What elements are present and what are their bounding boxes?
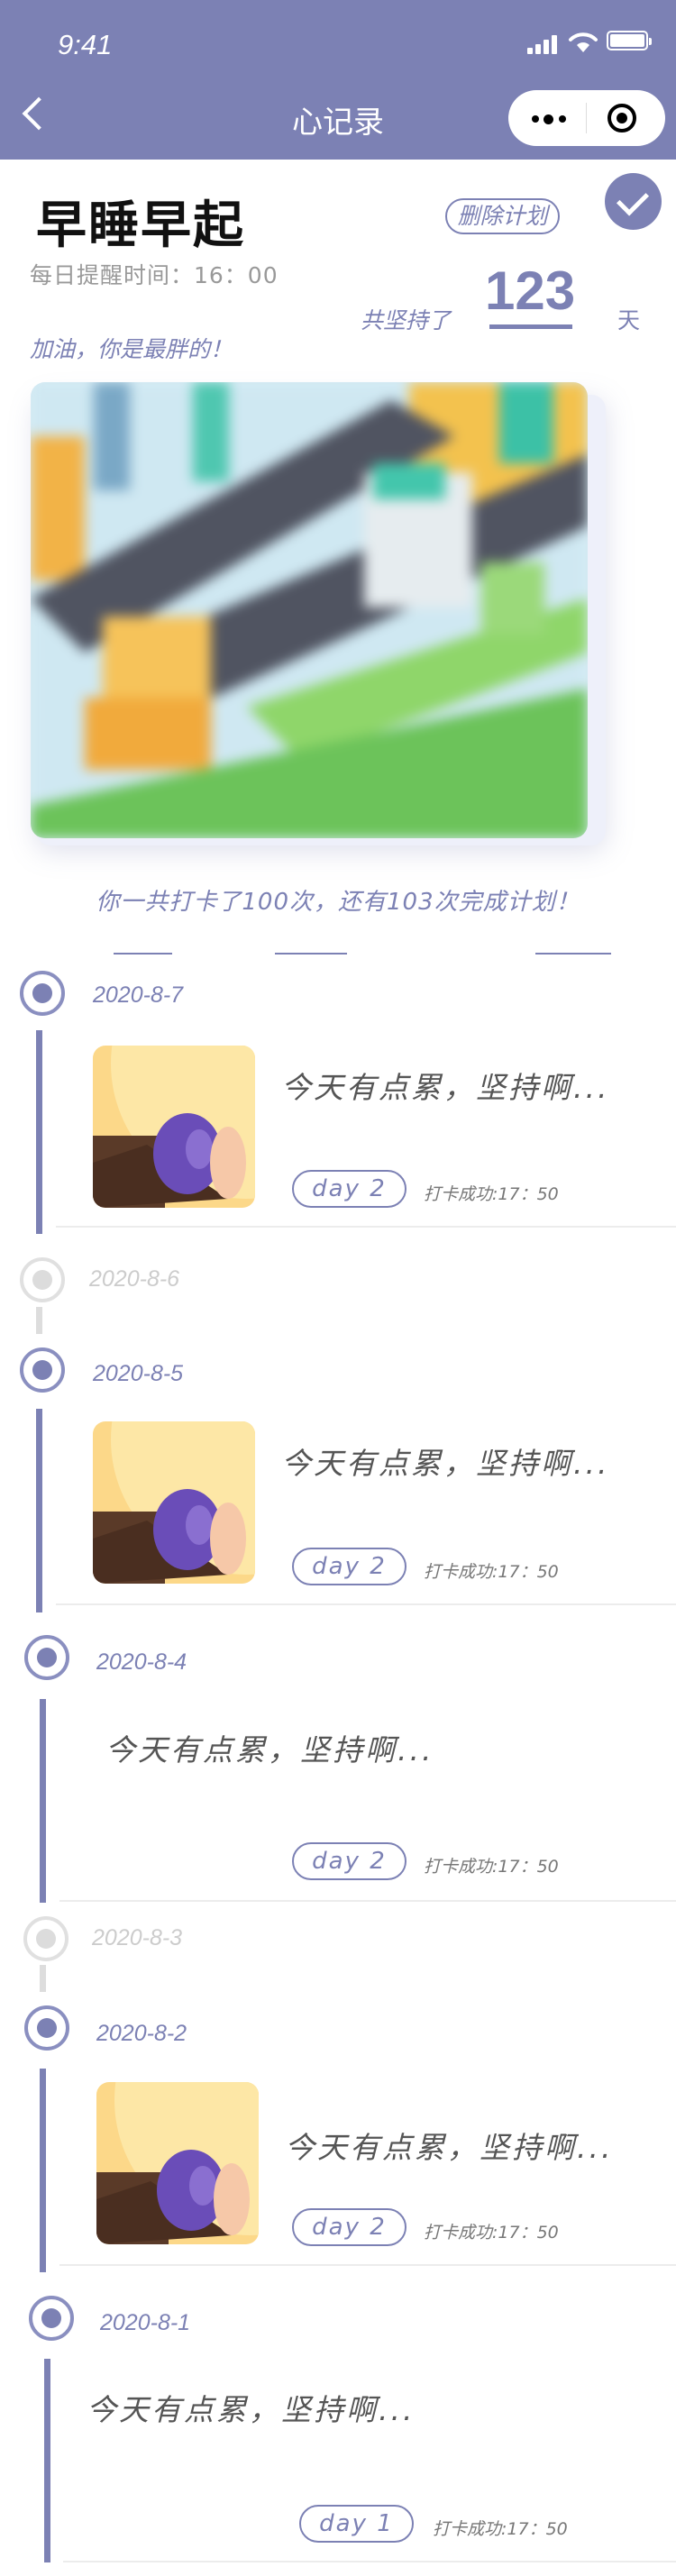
checkin-time: 打卡成功:17：50 [433,2519,568,2539]
entry-date: 2020-8-4 [96,1649,187,1675]
summary-text: 你一共打卡了100次，还有103次完成计划！ [96,889,580,916]
delete-plan-button[interactable]: 删除计划 [445,198,560,234]
entry-divider [59,1900,676,1902]
summary-line [275,953,347,955]
persist-underline [489,324,572,329]
more-icon[interactable] [532,114,566,124]
timeline-dot [20,1257,65,1302]
timeline-dot [29,2296,74,2341]
persist-count: 123 [485,260,576,321]
summary-line [535,953,611,955]
day-badge: day 2 [292,1548,407,1585]
persist-unit: 天 [617,307,641,333]
checkin-time: 打卡成功:17：50 [424,1184,559,1204]
entry-date: 2020-8-5 [93,1361,184,1386]
day-badge: day 2 [292,1842,407,1880]
timeline-dot [20,971,65,1016]
checkin-time: 打卡成功:17：50 [424,1857,559,1877]
entry-photo[interactable] [93,1421,255,1584]
entry-divider [56,1603,676,1605]
timeline-dot [23,1916,69,1961]
timeline-dot [20,1347,65,1393]
entry-photo[interactable] [93,1046,255,1208]
timeline-line [36,1409,42,1612]
day-badge: day 2 [292,1170,407,1208]
entry-date: 2020-8-1 [100,2310,191,2335]
entry-text: 今天有点累，坚持啊... [87,2392,416,2427]
summary-line [114,953,172,955]
battery-icon [607,31,652,50]
timeline-line [36,1307,42,1334]
wifi-icon [569,32,598,52]
close-target-icon[interactable] [607,104,636,132]
nav-bar: 9:41 心记录 [0,0,676,160]
timeline-dot [24,1635,69,1680]
checkin-time: 打卡成功:17：50 [424,2223,559,2243]
entry-divider [59,2264,676,2266]
entry-date: 2020-8-3 [92,1925,183,1950]
entry-text: 今天有点累，坚持啊... [281,1070,610,1105]
timeline-line [36,1030,42,1234]
timeline-line [40,1699,46,1903]
signal-icon [527,34,558,54]
timeline-line [44,2359,50,2562]
plan-title: 早睡早起 [36,196,245,255]
banner-image [31,382,588,838]
day-badge: day 1 [299,2505,414,2543]
encouragement-text: 加油，你是最胖的！ [30,336,233,362]
entry-divider [56,1226,676,1228]
capsule-divider [586,103,587,133]
entry-text: 今天有点累，坚持啊... [105,1732,434,1768]
entry-photo[interactable] [96,2082,259,2244]
entry-date: 2020-8-6 [89,1266,180,1292]
check-in-button[interactable] [605,173,662,230]
timeline-dot [24,2005,69,2051]
entry-divider [63,2561,676,2562]
reminder-time: 每日提醒时间：16：00 [30,262,279,288]
timeline-line [40,1965,46,1992]
entry-date: 2020-8-7 [93,982,184,1008]
checkin-time: 打卡成功:17：50 [424,1562,559,1582]
status-time: 9:41 [58,29,113,60]
day-badge: day 2 [292,2208,407,2246]
entry-text: 今天有点累，坚持啊... [285,2130,614,2165]
persist-label: 共坚持了 [361,307,452,333]
entry-text: 今天有点累，坚持啊... [281,1446,610,1481]
timeline-line [40,2069,46,2272]
mini-program-capsule [508,90,665,146]
entry-date: 2020-8-2 [96,2021,187,2046]
